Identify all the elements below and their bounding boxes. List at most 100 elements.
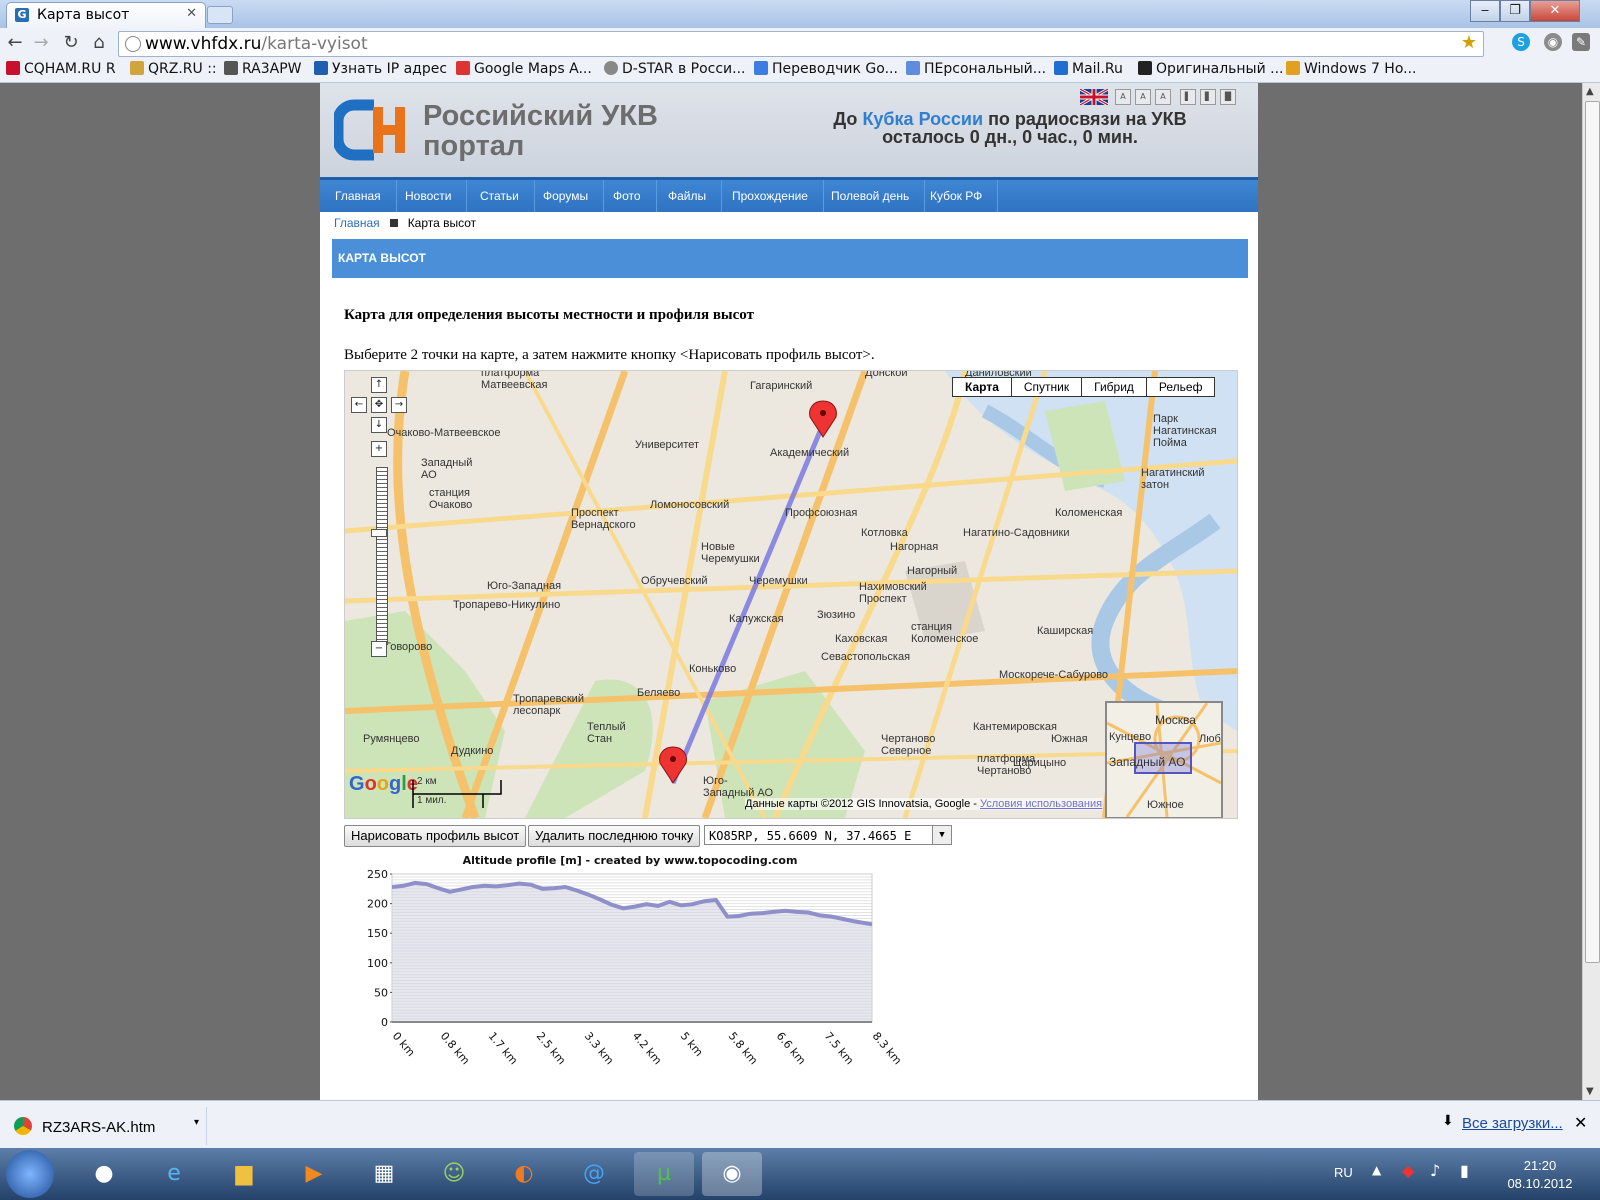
utorrent-icon[interactable]: µ	[634, 1152, 694, 1196]
bookmark-item[interactable]: Mail.Ru	[1054, 61, 1123, 77]
bookmark-item[interactable]: Узнать IP адрес	[314, 61, 447, 77]
scroll-down-icon[interactable]: ▼	[1586, 1086, 1594, 1097]
pan-down-icon[interactable]: ↓	[371, 417, 387, 433]
pan-center-icon[interactable]: ✥	[371, 397, 387, 413]
google-map[interactable]: Даниловский Донской Гагаринский Академич…	[344, 370, 1238, 819]
forward-arrow-icon[interactable]: →	[30, 32, 52, 54]
bookmark-item[interactable]: Переводчик Go...	[754, 61, 898, 77]
antivirus-icon[interactable]: ◆	[1402, 1161, 1414, 1180]
menu-item-news[interactable]: Новости	[390, 180, 468, 212]
chart-x-tick-label: 7.5 km	[822, 1030, 856, 1068]
app-icon[interactable]: ▦	[354, 1152, 414, 1196]
zoom-out-icon[interactable]: −	[371, 641, 387, 657]
download-item[interactable]: RZ3ARS-AK.htm ▾	[4, 1107, 207, 1145]
reload-icon[interactable]: ↻	[60, 32, 82, 54]
app-icon[interactable]: ●	[74, 1152, 134, 1196]
font-size-small-button[interactable]: A	[1115, 89, 1131, 105]
volume-icon[interactable]: ♪	[1430, 1161, 1440, 1180]
chevron-down-icon[interactable]: ▾	[194, 1117, 199, 1128]
map-navigation-controls: ↑ ← ✥ → ↓ + −	[349, 377, 409, 657]
bookmark-item[interactable]: Google Maps A...	[456, 61, 592, 77]
scroll-up-icon[interactable]: ▲	[1586, 86, 1594, 97]
messenger-icon[interactable]: ☺	[424, 1152, 484, 1196]
home-icon[interactable]: ⌂	[88, 32, 110, 54]
back-arrow-icon[interactable]: ←	[4, 32, 26, 54]
language-indicator[interactable]: RU	[1334, 1165, 1353, 1180]
draw-profile-button[interactable]: Нарисовать профиль высот	[344, 825, 527, 847]
firefox-icon[interactable]: ◐	[494, 1152, 554, 1196]
mail-agent-icon[interactable]: @	[564, 1152, 624, 1196]
new-tab-button[interactable]	[207, 6, 233, 24]
minimap-label: Южное	[1147, 799, 1184, 811]
chrome-icon[interactable]: ◉	[702, 1152, 762, 1196]
overview-minimap[interactable]: Москва Кунцево Западный АО Люб Южное	[1105, 701, 1223, 818]
altitude-profile-chart: Altitude profile [m] - created by www.to…	[367, 854, 904, 1068]
bookmark-item[interactable]: RA3APW	[224, 61, 302, 77]
menu-item-propagation[interactable]: Прохождение	[717, 180, 824, 212]
map-type-terrain[interactable]: Рельеф	[1147, 378, 1215, 396]
map-type-hybrid[interactable]: Гибрид	[1082, 378, 1147, 396]
delete-last-point-button[interactable]: Удалить последнюю точку	[528, 825, 701, 847]
breadcrumb-home[interactable]: Главная	[334, 216, 380, 230]
skype-icon[interactable]: S	[1512, 33, 1530, 51]
close-window-button[interactable]: ✕	[1530, 0, 1580, 22]
menu-item-photo[interactable]: Фото	[598, 180, 657, 212]
media-player-icon[interactable]: ▶	[284, 1152, 344, 1196]
coordinates-select[interactable]: KO85RP, 55.6609 N, 37.4665 E ▼	[704, 825, 952, 845]
extension-icon[interactable]: ◉	[1544, 33, 1562, 51]
terms-link[interactable]: Условия использования	[980, 798, 1102, 810]
font-size-medium-button[interactable]: A	[1135, 89, 1151, 105]
internet-explorer-icon[interactable]: e	[144, 1152, 204, 1196]
bookmark-item[interactable]: D-STAR в Росси...	[604, 61, 746, 77]
layout-narrow-button[interactable]: ▌	[1180, 89, 1196, 105]
zoom-in-icon[interactable]: +	[371, 441, 387, 457]
menu-item-field-day[interactable]: Полевой день	[816, 180, 926, 212]
cup-link[interactable]: Кубка России	[862, 109, 983, 129]
browser-tab[interactable]: G Карта высот ✕	[6, 2, 206, 29]
page-info-icon[interactable]	[125, 36, 141, 52]
tray-expand-icon[interactable]: ▲	[1372, 1163, 1381, 1177]
folder-icon[interactable]: ▆	[214, 1152, 274, 1196]
map-type-satellite[interactable]: Спутник	[1012, 378, 1083, 396]
page-viewport: Российский УКВ портал До Кубка России по…	[0, 83, 1582, 1100]
address-bar[interactable]: www.vhfdx.ru/karta-vyisot ★	[118, 31, 1484, 57]
bookmark-item[interactable]: Windows 7 Ho...	[1286, 61, 1417, 77]
zoom-slider[interactable]	[376, 467, 388, 645]
uk-flag-icon[interactable]	[1079, 87, 1109, 107]
menu-item-forums[interactable]: Форумы	[528, 180, 605, 212]
close-tab-icon[interactable]: ✕	[186, 6, 197, 21]
page-heading: Карта для определения высоты местности и…	[344, 307, 754, 323]
bookmark-item[interactable]: CQHAM.RU R	[6, 61, 116, 77]
chart-x-axis: 0 km 0.8 km 1.7 km 2.5 km 3.3 km 4.2 km 5 km 5.…	[390, 1030, 904, 1068]
map-type-map[interactable]: Карта	[953, 378, 1012, 396]
network-icon[interactable]: ▮	[1460, 1161, 1469, 1180]
zoom-slider-handle[interactable]	[371, 529, 387, 537]
chevron-down-icon[interactable]: ▼	[932, 826, 951, 844]
map-label: Чертаново Северное	[881, 733, 936, 757]
layout-wide-button[interactable]: █	[1220, 89, 1236, 105]
wrench-icon[interactable]: ✎	[1572, 33, 1590, 51]
all-downloads-link[interactable]: Все загрузки...	[1462, 1115, 1563, 1132]
minimize-button[interactable]: ‒	[1470, 0, 1500, 22]
layout-medium-button[interactable]: ▋	[1200, 89, 1216, 105]
menu-item-files[interactable]: Файлы	[653, 180, 723, 212]
start-button[interactable]	[6, 1150, 54, 1198]
pan-right-icon[interactable]: →	[391, 397, 407, 413]
bookmark-item[interactable]: QRZ.RU ::	[130, 61, 217, 77]
pan-up-icon[interactable]: ↑	[371, 377, 387, 393]
system-clock[interactable]: 21:20 08.10.2012	[1490, 1157, 1590, 1193]
menu-item-home[interactable]: Главная	[320, 180, 397, 212]
breadcrumb-current: Карта высот	[407, 216, 477, 230]
bookmark-item[interactable]: ПЕрсональный...	[906, 61, 1046, 77]
menu-item-cup[interactable]: Кубок РФ	[915, 180, 999, 212]
scrollbar-thumb[interactable]	[1585, 101, 1600, 963]
font-size-large-button[interactable]: A	[1155, 89, 1171, 105]
pan-left-icon[interactable]: ←	[351, 397, 367, 413]
close-icon[interactable]: ✕	[1574, 1113, 1587, 1132]
menu-item-articles[interactable]: Статьи	[465, 180, 535, 212]
page-scrollbar[interactable]: ▲ ▼	[1582, 83, 1600, 1100]
maximize-button[interactable]: ❐	[1500, 0, 1530, 22]
url-path: /karta-vyisot	[261, 34, 368, 54]
bookmark-item[interactable]: Оригинальный ...	[1138, 61, 1284, 77]
bookmark-star-icon[interactable]: ★	[1461, 32, 1477, 53]
